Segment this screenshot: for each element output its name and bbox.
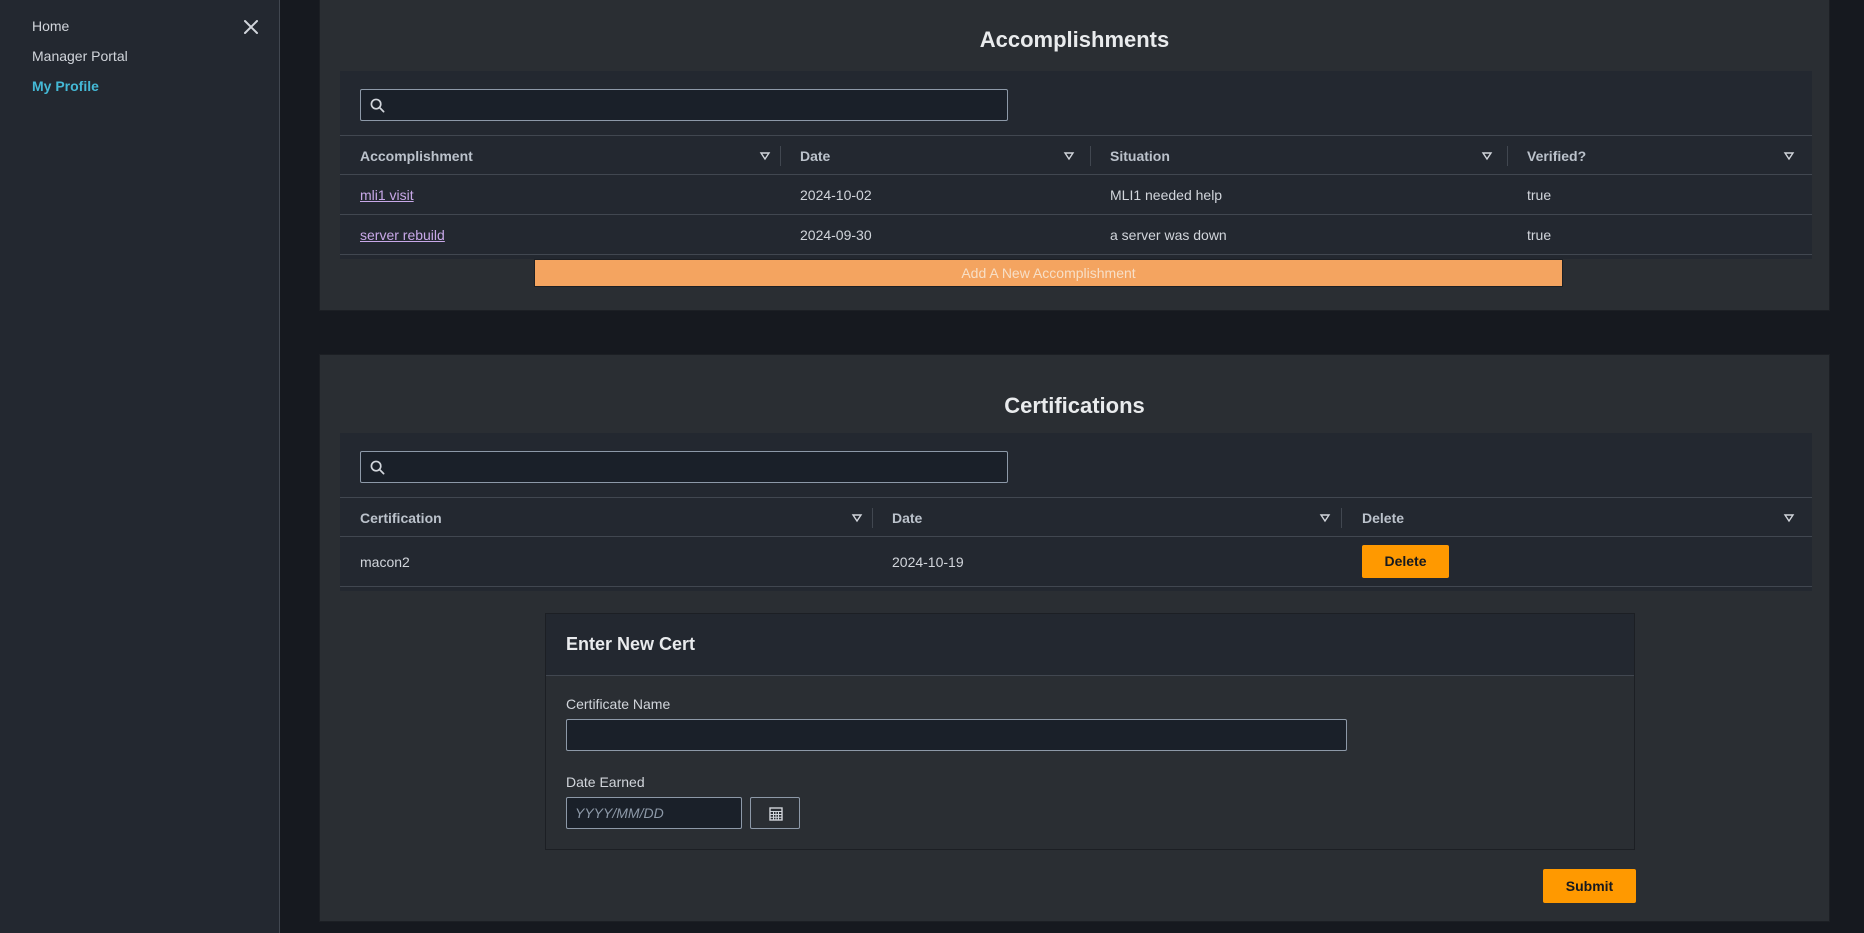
cell-situation: a server was down [1110, 227, 1227, 243]
cell-verified: true [1527, 187, 1552, 203]
column-divider [1341, 508, 1342, 528]
column-divider [872, 508, 873, 528]
cell-date: 2024-09-30 [800, 227, 872, 243]
date-earned-label: Date Earned [566, 774, 645, 790]
cell-date: 2024-10-19 [892, 554, 964, 570]
enter-new-cert-form: Enter New Cert Certificate Name Date Ear… [545, 613, 1635, 850]
submit-button[interactable]: Submit [1543, 869, 1636, 903]
column-header-situation[interactable]: Situation [1110, 136, 1510, 176]
certifications-title: Certifications [1004, 393, 1145, 418]
cell-situation: MLI1 needed help [1110, 187, 1223, 203]
close-icon[interactable] [240, 16, 262, 38]
nav-list: Home Manager Portal My Profile [32, 18, 128, 108]
accomplishments-title: Accomplishments [979, 27, 1170, 52]
certifications-panel: Certifications Certification Date Delete… [319, 354, 1830, 922]
column-divider [780, 146, 781, 166]
form-title: Enter New Cert [566, 634, 696, 654]
sort-icon [1783, 152, 1795, 161]
column-header-delete[interactable]: Delete [1362, 498, 1807, 538]
sort-icon [1481, 152, 1493, 161]
column-divider [1090, 146, 1091, 166]
calendar-button[interactable] [750, 797, 800, 829]
sort-icon [1063, 152, 1075, 161]
calendar-icon [769, 807, 783, 821]
accomplishments-panel: Accomplishments Accomplishment Date Situ… [319, 0, 1830, 311]
certifications-table: Certification Date Delete macon2 2024-10… [340, 433, 1812, 591]
sort-icon [759, 152, 771, 161]
search-icon [370, 460, 385, 475]
column-header-verified[interactable]: Verified? [1527, 136, 1807, 176]
certifications-search-input[interactable] [360, 451, 1008, 483]
cell-date: 2024-10-02 [800, 187, 872, 203]
column-header-date[interactable]: Date [892, 498, 1342, 538]
form-header: Enter New Cert [546, 614, 1634, 676]
certificate-name-label: Certificate Name [566, 696, 671, 712]
delete-button[interactable]: Delete [1362, 545, 1449, 578]
sort-icon [1319, 514, 1331, 523]
nav-item-my-profile[interactable]: My Profile [32, 78, 128, 95]
accomplishments-search-input[interactable] [360, 89, 1008, 121]
cell-accomplishment: server rebuild [360, 215, 445, 255]
nav-item-manager-portal[interactable]: Manager Portal [32, 48, 128, 65]
table-header: Accomplishment Date Situation Verified? [340, 135, 1812, 175]
sort-icon [1783, 514, 1795, 523]
add-accomplishment-button[interactable]: Add A New Accomplishment [534, 259, 1563, 287]
certificate-name-input[interactable] [566, 719, 1347, 751]
column-divider [1507, 146, 1508, 166]
cell-certification: macon2 [360, 554, 410, 570]
table-row: mli1 visit 2024-10-02 MLI1 needed help t… [340, 175, 1812, 215]
side-navigation: Home Manager Portal My Profile [0, 0, 280, 933]
cell-verified: true [1527, 227, 1552, 243]
table-row: server rebuild 2024-09-30 a server was d… [340, 215, 1812, 255]
table-header: Certification Date Delete [340, 497, 1812, 537]
table-row: macon2 2024-10-19 Delete [340, 537, 1812, 587]
nav-item-home[interactable]: Home [32, 18, 128, 35]
column-header-certification[interactable]: Certification [360, 498, 873, 538]
column-header-accomplishment[interactable]: Accomplishment [360, 136, 781, 176]
column-header-date[interactable]: Date [800, 136, 1091, 176]
sort-icon [851, 514, 863, 523]
accomplishment-link[interactable]: mli1 visit [360, 187, 414, 203]
accomplishment-link[interactable]: server rebuild [360, 227, 445, 243]
cell-accomplishment: mli1 visit [360, 175, 414, 215]
search-icon [370, 98, 385, 113]
date-earned-input[interactable]: YYYY/MM/DD [566, 797, 742, 829]
accomplishments-table: Accomplishment Date Situation Verified? … [340, 71, 1812, 259]
